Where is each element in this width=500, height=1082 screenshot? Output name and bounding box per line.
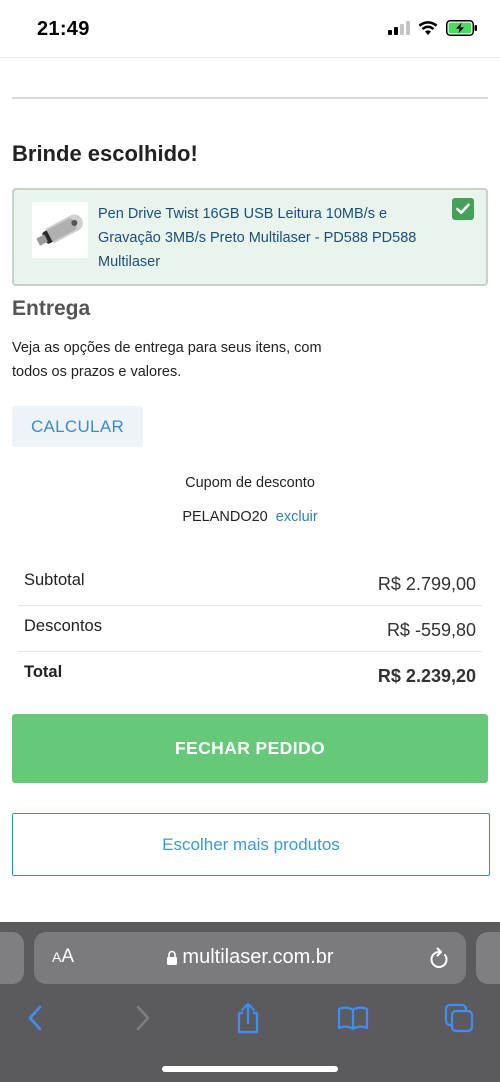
forward-icon[interactable]: [125, 1000, 161, 1036]
summary-row-total: Total R$ 2.239,20: [18, 652, 482, 698]
gift-card[interactable]: Pen Drive Twist 16GB USB Leitura 10MB/s …: [12, 188, 488, 286]
summary-value: R$ 2.799,00: [377, 574, 476, 594]
coupon-code: PELANDO20: [182, 509, 268, 525]
gift-heading: Brinde escolhido!: [12, 141, 198, 166]
usb-drive-icon: [32, 202, 88, 258]
previous-tab-preview[interactable]: [0, 932, 24, 984]
gift-product-name: Pen Drive Twist 16GB USB Leitura 10MB/s …: [98, 206, 417, 270]
status-bar: 21:49: [0, 0, 500, 58]
cellular-signal-icon: [388, 21, 410, 35]
delivery-title: Entrega: [12, 297, 91, 320]
url-display[interactable]: multilaser.com.br: [34, 946, 466, 969]
order-summary: Subtotal R$ 2.799,00 Descontos R$ -559,8…: [18, 560, 482, 698]
coupon-label: Cupom de desconto: [185, 475, 315, 491]
bookmarks-icon[interactable]: [335, 1000, 371, 1036]
calculate-shipping-button[interactable]: CALCULAR: [12, 406, 143, 447]
check-icon: [456, 203, 470, 214]
wifi-icon: [418, 20, 438, 35]
continue-shopping-button[interactable]: Escolher mais produtos: [12, 813, 490, 876]
summary-value: R$ -559,80: [386, 620, 476, 640]
summary-label: Subtotal: [24, 571, 85, 589]
summary-label: Descontos: [24, 617, 102, 635]
lock-icon: [167, 950, 178, 965]
summary-label: Total: [24, 663, 63, 681]
checkout-button[interactable]: FECHAR PEDIDO: [12, 714, 488, 783]
browser-bar: AA multilaser.com.br: [0, 922, 500, 1082]
battery-charging-icon: [446, 20, 477, 36]
delivery-description: Veja as opções de entrega para seus iten…: [12, 340, 322, 380]
home-indicator[interactable]: [162, 1066, 338, 1072]
coupon-row: PELANDO20 excluir: [0, 509, 500, 525]
gift-selected-checkbox[interactable]: [452, 198, 474, 220]
summary-row-subtotal: Subtotal R$ 2.799,00: [18, 560, 482, 606]
address-bar[interactable]: AA multilaser.com.br: [34, 932, 466, 984]
status-icons: [388, 20, 478, 36]
url-text: multilaser.com.br: [182, 946, 334, 968]
tabs-icon[interactable]: [441, 1000, 477, 1036]
back-icon[interactable]: [17, 1000, 53, 1036]
status-time: 21:49: [37, 18, 90, 40]
remove-coupon-link[interactable]: excluir: [276, 509, 318, 525]
summary-row-discounts: Descontos R$ -559,80: [18, 606, 482, 652]
divider: [12, 97, 488, 99]
next-tab-preview[interactable]: [476, 932, 500, 984]
browser-toolbar: [0, 998, 500, 1038]
reload-icon[interactable]: [428, 946, 450, 970]
product-thumbnail: [32, 202, 88, 258]
share-icon[interactable]: [230, 1000, 266, 1036]
summary-value: R$ 2.239,20: [377, 666, 476, 686]
